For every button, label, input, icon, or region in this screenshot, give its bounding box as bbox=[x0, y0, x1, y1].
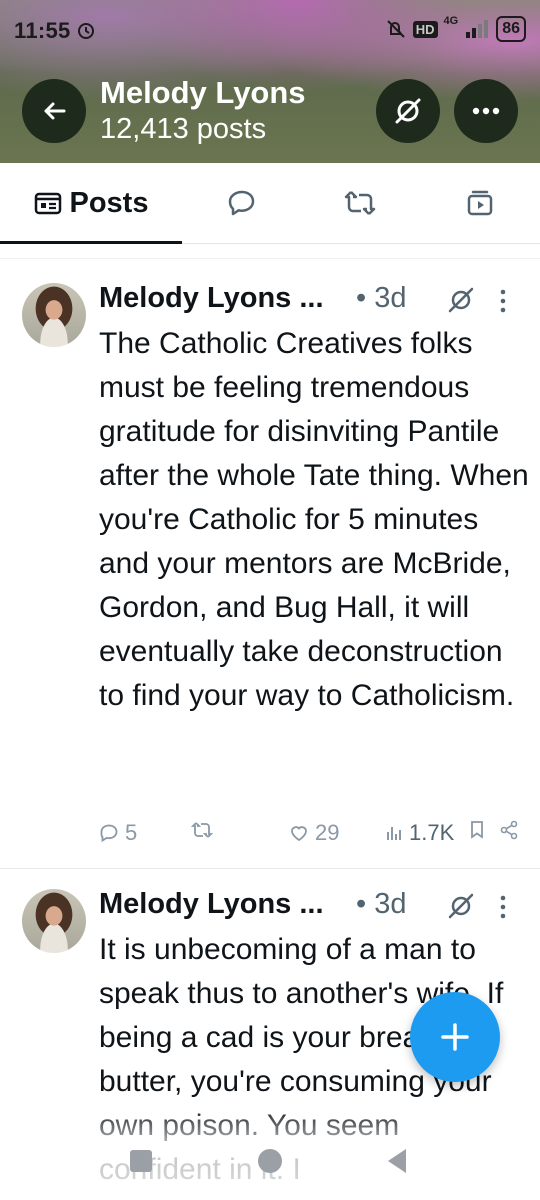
tab-posts-label: Posts bbox=[69, 186, 149, 219]
tab-replies[interactable] bbox=[202, 163, 282, 243]
more-vertical-icon[interactable] bbox=[497, 288, 509, 314]
repost-icon bbox=[191, 822, 213, 838]
tab-reposts[interactable] bbox=[320, 163, 400, 243]
arrow-left-icon bbox=[44, 102, 66, 120]
battery-indicator: 86 bbox=[496, 16, 526, 42]
reply-button[interactable]: 5 bbox=[99, 820, 137, 846]
recent-apps-button[interactable] bbox=[130, 1150, 152, 1172]
reply-icon bbox=[100, 824, 118, 843]
reply-count: 5 bbox=[125, 820, 138, 845]
reposts-icon bbox=[344, 191, 376, 215]
avatar[interactable] bbox=[22, 889, 86, 953]
share-button[interactable] bbox=[499, 820, 519, 840]
post-header: Melody Lyons ... • 3d bbox=[99, 886, 529, 926]
views-chart-icon bbox=[387, 827, 401, 840]
profile-tabs: Posts bbox=[0, 163, 540, 244]
back-button[interactable] bbox=[22, 79, 86, 143]
avatar[interactable] bbox=[22, 283, 86, 347]
nav-back-icon[interactable] bbox=[384, 1146, 410, 1176]
post-time: • 3d bbox=[356, 282, 407, 314]
views-count: 1.7K bbox=[409, 820, 455, 845]
post-header: Melody Lyons ... • 3d bbox=[99, 280, 529, 320]
media-icon bbox=[467, 190, 493, 216]
status-bar: 11:55 HD 4G 86 bbox=[0, 0, 540, 60]
profile-header-banner: 11:55 HD 4G 86 Melody Lyons 12,413 posts bbox=[0, 0, 540, 163]
muted-button[interactable] bbox=[376, 79, 440, 143]
network-label: 4G bbox=[443, 15, 459, 27]
system-navigation-bar bbox=[0, 1140, 540, 1190]
home-button[interactable] bbox=[258, 1149, 282, 1173]
ellipsis-icon bbox=[472, 107, 500, 115]
views-button[interactable]: 1.7K bbox=[385, 820, 454, 846]
profile-posts-count: 12,413 posts bbox=[100, 113, 267, 145]
muted-circle-icon bbox=[448, 893, 474, 919]
active-tab-indicator bbox=[0, 241, 182, 244]
signal-icon bbox=[466, 20, 489, 38]
hd-badge: HD bbox=[412, 20, 438, 38]
feed-divider bbox=[0, 258, 540, 259]
bookmark-icon bbox=[471, 821, 483, 839]
more-options-button[interactable] bbox=[454, 79, 518, 143]
post-card[interactable]: Melody Lyons ... • 3d The Catholic Creat… bbox=[0, 280, 540, 869]
like-count: 29 bbox=[315, 820, 340, 845]
more-vertical-icon[interactable] bbox=[497, 894, 509, 920]
status-indicators: HD 4G 86 bbox=[385, 15, 526, 42]
alarm-icon bbox=[78, 23, 94, 39]
replies-icon bbox=[228, 190, 255, 216]
plus-icon bbox=[441, 1023, 469, 1051]
bell-off-icon bbox=[387, 20, 405, 38]
posts-icon bbox=[34, 192, 61, 215]
post-author[interactable]: Melody Lyons ... bbox=[99, 888, 324, 921]
like-button[interactable]: 29 bbox=[289, 820, 339, 846]
repost-button[interactable] bbox=[191, 820, 219, 840]
post-text: The Catholic Creatives folks must be fee… bbox=[99, 327, 529, 712]
tab-posts[interactable]: Posts bbox=[0, 163, 182, 244]
share-icon bbox=[500, 820, 518, 840]
muted-circle-icon bbox=[395, 98, 421, 124]
post-author[interactable]: Melody Lyons ... bbox=[99, 282, 324, 315]
status-time: 11:55 bbox=[14, 18, 71, 43]
profile-name: Melody Lyons bbox=[100, 75, 306, 110]
tab-media[interactable] bbox=[440, 163, 520, 243]
compose-post-button[interactable] bbox=[410, 992, 500, 1082]
muted-circle-icon bbox=[448, 287, 474, 313]
heart-icon bbox=[291, 826, 307, 842]
bookmark-button[interactable] bbox=[469, 820, 485, 840]
post-actions: 5 29 1.7K bbox=[99, 820, 529, 850]
post-time: • 3d bbox=[356, 888, 407, 920]
